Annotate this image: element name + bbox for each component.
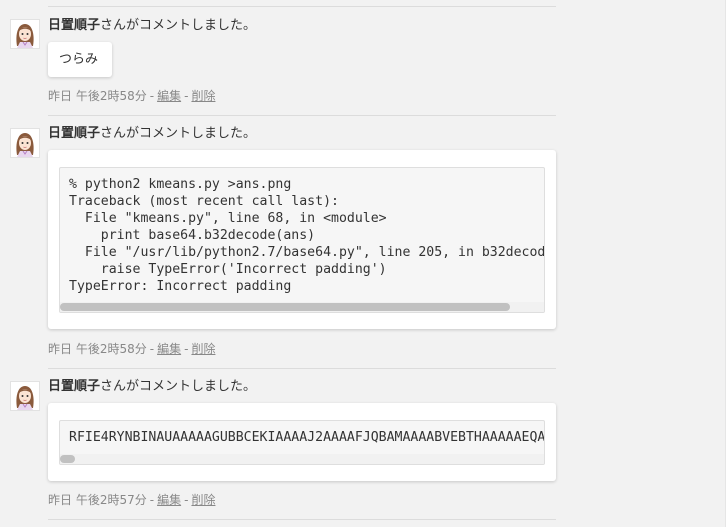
- separator: -: [149, 493, 155, 507]
- user-avatar-icon: [11, 20, 39, 48]
- comment-header: 日置順子さんがコメントしました。: [48, 16, 256, 36]
- separator: -: [184, 342, 189, 356]
- comment-header: 日置順子さんがコメントしました。: [48, 377, 256, 397]
- comment-action-text: さんがコメントしました。: [100, 18, 257, 33]
- comment-action-text: さんがコメントしました。: [100, 379, 257, 394]
- avatar[interactable]: [10, 19, 40, 49]
- timestamp: 昨日 午後2時58分: [48, 342, 147, 356]
- comment-action-text: さんがコメントしました。: [100, 126, 257, 141]
- author-name[interactable]: 日置順子: [48, 18, 100, 33]
- code-block[interactable]: RFIE4RYNBINAUAAAAAGUBBCEKIAAAAJ2AAAAFJQB…: [59, 420, 545, 465]
- code-text: RFIE4RYNBINAUAAAAAGUBBCEKIAAAAJ2AAAAFJQB…: [69, 430, 545, 445]
- edit-link[interactable]: 編集: [157, 342, 181, 356]
- comment-header: 日置順子さんがコメントしました。: [48, 124, 256, 144]
- comment-meta: 昨日 午後2時58分 - 編集 - 削除: [48, 89, 215, 103]
- author-name[interactable]: 日置順子: [48, 126, 100, 141]
- horizontal-scrollbar[interactable]: [60, 454, 544, 464]
- user-avatar-icon: [11, 382, 39, 410]
- comment-body: RFIE4RYNBINAUAAAAAGUBBCEKIAAAAJ2AAAAFJQB…: [48, 403, 556, 481]
- code-block[interactable]: % python2 kmeans.py >ans.png Traceback (…: [59, 167, 545, 313]
- delete-link[interactable]: 削除: [191, 493, 215, 507]
- avatar[interactable]: [10, 381, 40, 411]
- separator: -: [184, 89, 189, 103]
- comment-meta: 昨日 午後2時57分 - 編集 - 削除: [48, 493, 215, 507]
- comment-body: つらみ: [48, 42, 112, 77]
- divider: [48, 6, 556, 7]
- timestamp: 昨日 午後2時57分: [48, 493, 147, 507]
- edit-link[interactable]: 編集: [157, 89, 181, 103]
- edit-link[interactable]: 編集: [157, 493, 181, 507]
- scrollbar-thumb[interactable]: [60, 455, 75, 463]
- separator: -: [149, 342, 155, 356]
- author-name[interactable]: 日置順子: [48, 379, 100, 394]
- comment-meta: 昨日 午後2時58分 - 編集 - 削除: [48, 342, 215, 356]
- code-text: % python2 kmeans.py >ans.png Traceback (…: [69, 177, 545, 294]
- comment-thread: { "comments": [ { "author": "日置順子", "suf…: [0, 0, 726, 527]
- delete-link[interactable]: 削除: [191, 342, 215, 356]
- separator: -: [149, 89, 155, 103]
- divider: [48, 368, 556, 369]
- scrollbar-thumb[interactable]: [60, 303, 511, 311]
- divider: [48, 115, 556, 116]
- separator: -: [184, 493, 189, 507]
- comment-text: つらみ: [59, 52, 99, 67]
- comment-body: % python2 kmeans.py >ans.png Traceback (…: [48, 150, 556, 329]
- delete-link[interactable]: 削除: [191, 89, 215, 103]
- timestamp: 昨日 午後2時58分: [48, 89, 147, 103]
- avatar[interactable]: [10, 128, 40, 158]
- divider: [48, 519, 556, 520]
- user-avatar-icon: [11, 129, 39, 157]
- horizontal-scrollbar[interactable]: [60, 302, 544, 312]
